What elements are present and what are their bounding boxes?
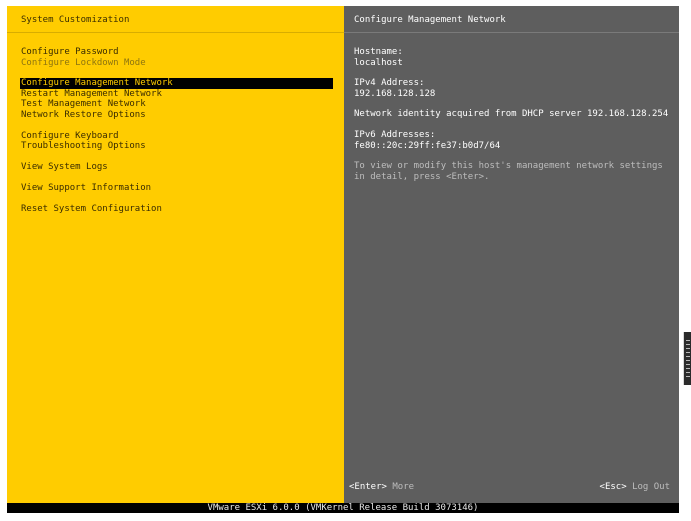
- details-title: Configure Management Network: [354, 15, 506, 25]
- menu-item-reset-system-configuration[interactable]: Reset System Configuration: [20, 204, 333, 215]
- customization-menu: Configure Password Configure Lockdown Mo…: [20, 47, 333, 215]
- menu-item-configure-password[interactable]: Configure Password: [20, 47, 333, 58]
- menu-item-configure-lockdown-mode[interactable]: Configure Lockdown Mode: [20, 58, 333, 69]
- ipv4-value: 192.168.128.128: [354, 88, 436, 99]
- title-divider: [7, 32, 344, 33]
- menu-item-network-restore-options[interactable]: Network Restore Options: [20, 110, 333, 121]
- menu-item-configure-management-network[interactable]: Configure Management Network: [20, 78, 333, 89]
- detail-hint: To view or modify this host's management…: [354, 161, 663, 183]
- side-scroll-handle[interactable]: [683, 332, 691, 385]
- log-out-label: Log Out: [632, 482, 670, 492]
- ipv4-label: IPv4 Address:: [354, 78, 425, 89]
- menu-item-view-support-information[interactable]: View Support Information: [20, 183, 333, 194]
- hostname-value: localhost: [354, 57, 403, 68]
- menu-item-configure-keyboard[interactable]: Configure Keyboard: [20, 131, 333, 142]
- enter-key-label: <Enter>: [349, 482, 387, 492]
- title-divider: [344, 32, 679, 33]
- more-label: More: [392, 482, 415, 492]
- network-info: Hostname: localhost IPv4 Address: 192.16…: [354, 47, 674, 183]
- system-customization-title: System Customization: [21, 15, 130, 25]
- menu-item-troubleshooting-options[interactable]: Troubleshooting Options: [20, 141, 333, 152]
- version-status-bar: VMware ESXi 6.0.0 (VMKernel Release Buil…: [7, 503, 679, 513]
- menu-item-view-system-logs[interactable]: View System Logs: [20, 162, 333, 173]
- esc-key-label: <Esc>: [599, 482, 627, 492]
- more-action[interactable]: <Enter> More: [349, 482, 414, 493]
- menu-item-restart-management-network[interactable]: Restart Management Network: [20, 89, 333, 100]
- management-network-details-panel: Configure Management Network Hostname: l…: [344, 6, 679, 503]
- hostname-label: Hostname:: [354, 47, 403, 57]
- dhcp-note: Network identity acquired from DHCP serv…: [354, 109, 669, 120]
- menu-item-test-management-network[interactable]: Test Management Network: [20, 99, 333, 110]
- ipv6-value: fe80::20c:29ff:fe37:b0d7/64: [354, 140, 501, 151]
- esxi-dcui-screen: System Customization Configure Password …: [0, 0, 691, 521]
- system-customization-panel: System Customization Configure Password …: [7, 6, 344, 503]
- ipv6-label: IPv6 Addresses:: [354, 129, 436, 140]
- log-out-action[interactable]: <Esc> Log Out: [600, 482, 670, 493]
